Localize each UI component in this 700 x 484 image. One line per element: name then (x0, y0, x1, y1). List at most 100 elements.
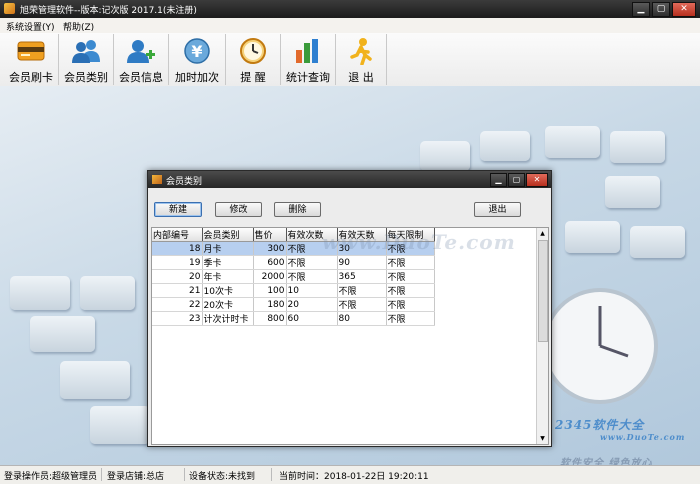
cell-times: 20 (286, 297, 338, 312)
card-icon (16, 37, 46, 65)
background-key (545, 126, 600, 158)
cell-price: 2000 (253, 269, 287, 284)
cell-limit: 不限 (386, 283, 435, 298)
scroll-down-arrow-icon[interactable]: ▼ (537, 433, 548, 444)
toolbar-label: 提 醒 (240, 71, 266, 84)
cell-limit: 不限 (386, 297, 435, 312)
dialog-minimize-button[interactable]: ▁ (490, 173, 507, 187)
cell-id: 23 (152, 311, 203, 326)
member-category-table: 内部编号 会员类别 售价 有效次数 有效天数 每天限制 18 月卡 300 不限… (151, 227, 549, 445)
cell-days: 80 (337, 311, 387, 326)
cell-price: 800 (253, 311, 287, 326)
toolbar: 会员刷卡 会员类别 会员信息 ¥ 加时加次 提 醒 统计查询 退 出 (0, 33, 700, 87)
dialog-maximize-button[interactable]: ▢ (508, 173, 525, 187)
clock-icon (238, 37, 268, 65)
toolbar-reminder-button[interactable]: 提 醒 (226, 34, 281, 85)
bar-chart-icon (293, 37, 323, 65)
cell-type: 计次计时卡 (202, 311, 254, 326)
background-key (605, 176, 660, 208)
cell-type: 月卡 (202, 241, 254, 256)
cell-times: 不限 (286, 255, 338, 270)
toolbar-label: 会员类别 (64, 71, 108, 84)
toolbar-label: 会员刷卡 (9, 71, 53, 84)
background-key (60, 361, 130, 399)
yen-icon: ¥ (182, 37, 212, 65)
menu-bar: 系统设置(Y) 帮助(Z) (0, 18, 700, 34)
status-separator (101, 468, 102, 481)
status-separator (271, 468, 272, 481)
window-title: 旭荣管理软件--版本:记次版 2017.1(未注册) (20, 6, 197, 16)
background-key (610, 131, 665, 163)
main-title-bar: 旭荣管理软件--版本:记次版 2017.1(未注册) ▁ ▢ ✕ (0, 0, 700, 18)
background-key (420, 141, 470, 171)
status-separator (184, 468, 185, 481)
delete-button[interactable]: 删除 (274, 202, 321, 217)
cell-limit: 不限 (386, 269, 435, 284)
cell-days: 365 (337, 269, 387, 284)
cell-days: 不限 (337, 283, 387, 298)
duote-watermark: www.DuoTe.com (322, 230, 516, 254)
cell-type: 年卡 (202, 269, 254, 284)
close-button[interactable]: ✕ (672, 2, 696, 17)
table-row[interactable]: 21 10次卡 100 10 不限 不限 (152, 283, 435, 298)
site-url-watermark: www.DuoTe.com (600, 432, 686, 442)
table-row[interactable]: 20 年卡 2000 不限 365 不限 (152, 269, 435, 284)
cell-limit: 不限 (386, 255, 435, 270)
dialog-icon (152, 175, 162, 184)
table-row[interactable]: 22 20次卡 180 20 不限 不限 (152, 297, 435, 312)
toolbar-label: 加时加次 (175, 71, 219, 84)
cell-id: 21 (152, 283, 203, 298)
scroll-thumb[interactable] (538, 240, 548, 342)
app-icon (4, 3, 15, 14)
status-operator: 登录操作员:超级管理员 (4, 472, 98, 482)
edit-button[interactable]: 修改 (215, 202, 262, 217)
toolbar-member-swipe-button[interactable]: 会员刷卡 (4, 34, 59, 85)
menu-system-settings[interactable]: 系统设置(Y) (6, 20, 55, 33)
site-watermark: 2345软件大全 (555, 418, 645, 432)
cell-times: 10 (286, 283, 338, 298)
dialog-close-button[interactable]: ✕ (526, 173, 548, 187)
column-header[interactable]: 售价 (253, 228, 287, 242)
status-bar: 登录操作员:超级管理员 登录店铺:总店 设备状态:未找到 当前时间：2018-0… (0, 465, 700, 484)
exit-dialog-button[interactable]: 退出 (474, 202, 521, 217)
new-button[interactable]: 新建 (154, 202, 202, 217)
cell-price: 100 (253, 283, 287, 298)
vertical-scrollbar[interactable]: ▲ ▼ (536, 228, 548, 444)
dialog-title-bar: 会员类别 ▁ ▢ ✕ (148, 171, 551, 188)
toolbar-statistics-button[interactable]: 统计查询 (281, 34, 336, 85)
table-row[interactable]: 23 计次计时卡 800 60 80 不限 (152, 311, 435, 326)
cell-times: 60 (286, 311, 338, 326)
cell-type: 季卡 (202, 255, 254, 270)
cell-times: 不限 (286, 269, 338, 284)
cell-type: 20次卡 (202, 297, 254, 312)
toolbar-add-time-button[interactable]: ¥ 加时加次 (169, 34, 226, 85)
toolbar-member-info-button[interactable]: 会员信息 (114, 34, 169, 85)
menu-help[interactable]: 帮助(Z) (63, 20, 94, 33)
background-key (30, 316, 95, 352)
status-device: 设备状态:未找到 (189, 472, 256, 482)
status-time: 当前时间：2018-01-22日 19:20:11 (279, 472, 429, 482)
scroll-up-arrow-icon[interactable]: ▲ (537, 228, 548, 239)
toolbar-label: 会员信息 (119, 71, 163, 84)
toolbar-exit-button[interactable]: 退 出 (336, 34, 387, 85)
maximize-button[interactable]: ▢ (652, 2, 670, 17)
column-header[interactable]: 内部编号 (152, 228, 203, 242)
cell-type: 10次卡 (202, 283, 254, 298)
table-row[interactable]: 19 季卡 600 不限 90 不限 (152, 255, 435, 270)
column-header[interactable]: 会员类别 (202, 228, 254, 242)
svg-text:¥: ¥ (191, 42, 202, 61)
add-user-icon (126, 37, 156, 65)
users-icon (71, 37, 101, 65)
cell-id: 18 (152, 241, 203, 256)
dialog-title: 会员类别 (166, 177, 203, 187)
exit-person-icon (346, 37, 376, 65)
cell-price: 180 (253, 297, 287, 312)
cell-id: 22 (152, 297, 203, 312)
toolbar-member-category-button[interactable]: 会员类别 (59, 34, 114, 85)
toolbar-label: 退 出 (348, 71, 374, 84)
cell-price: 600 (253, 255, 287, 270)
background-key (565, 221, 620, 253)
cell-limit: 不限 (386, 311, 435, 326)
status-store: 登录店铺:总店 (107, 472, 165, 482)
minimize-button[interactable]: ▁ (632, 2, 650, 17)
